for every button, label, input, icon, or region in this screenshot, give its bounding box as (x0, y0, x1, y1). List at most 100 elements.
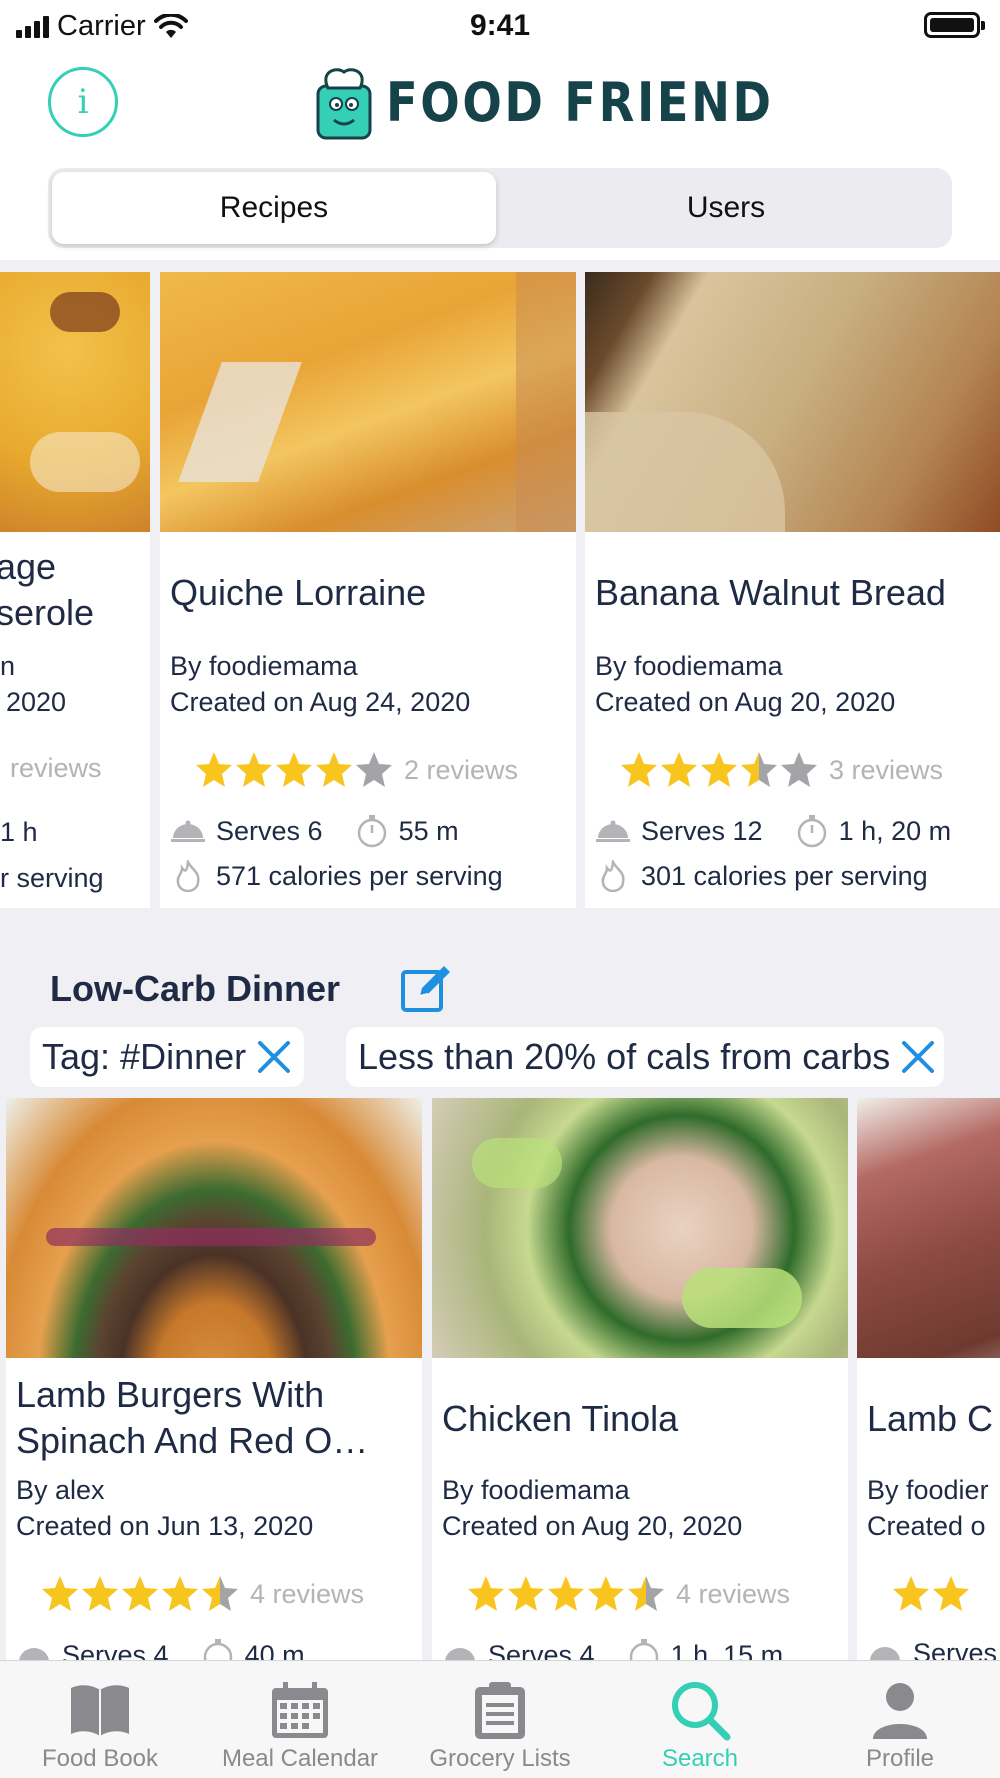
search-icon (600, 1675, 800, 1745)
person-icon (800, 1675, 1000, 1745)
serves-stat: Serves 4 1 h, 15 m (442, 1638, 783, 1660)
cloche-icon (870, 1646, 900, 1660)
recipe-title: Chicken Tinola (442, 1398, 679, 1439)
serves-stat: Serves (867, 1638, 997, 1660)
rating: 4 reviews (466, 1574, 790, 1614)
filter-chip-carbs[interactable]: Less than 20% of cals from carbs (346, 1027, 945, 1087)
time-label: 1 h, 15 m (670, 1639, 784, 1661)
serves-label: Serves (913, 1638, 998, 1660)
calories-label: 301 calories per serving (641, 860, 928, 891)
segment-users[interactable]: Users (504, 172, 948, 244)
status-time: 9:41 (469, 9, 531, 42)
recipe-author: By foodiemama (442, 1475, 630, 1505)
star-icon (548, 1576, 584, 1611)
segmented-control: Recipes Users (48, 168, 952, 248)
segment-recipes[interactable]: Recipes (52, 172, 496, 244)
flame-icon (601, 860, 625, 892)
app-title: FOOD FRIEND (386, 70, 774, 134)
recipe-card[interactable]: age serole n 2020 reviews 1 h r serving (0, 272, 150, 908)
timer-icon (629, 1639, 658, 1660)
edit-icon[interactable] (400, 962, 452, 1014)
star-icon (508, 1576, 544, 1611)
time-label: 40 m (244, 1639, 305, 1661)
app-logo: FOOD FRIEND (314, 64, 837, 140)
calories-stat: 301 calories per serving (595, 860, 928, 892)
star-icon (162, 1576, 198, 1611)
calories-label: 571 calories per serving (216, 860, 503, 891)
star-icon (893, 1576, 929, 1611)
reviews-count: 2 reviews (404, 754, 519, 785)
recipe-title: Lamb C (867, 1398, 994, 1439)
star-icon (741, 752, 777, 787)
star-icon (628, 1576, 664, 1611)
battery-icon (924, 12, 985, 38)
tab-label: Meal Calendar (221, 1745, 379, 1772)
cloche-icon (445, 1648, 475, 1660)
serves-stat: Serves 4 40 m (16, 1638, 305, 1660)
recipe-card[interactable]: Lamb C By foodier Created o Serves (857, 1098, 1000, 1660)
recipe-created: Created on Aug 20, 2020 (595, 687, 896, 717)
serves-label: Serves 6 (216, 815, 323, 846)
serves-label: Serves 4 (62, 1639, 169, 1661)
flame-icon (176, 860, 200, 892)
cloche-icon (596, 820, 630, 842)
rating: 2 reviews (194, 750, 518, 790)
recipe-image (160, 272, 576, 532)
tab-food-book[interactable]: Food Book (0, 1675, 200, 1773)
close-icon[interactable] (254, 1037, 294, 1077)
star-icon (202, 1576, 238, 1611)
recipe-image (585, 272, 1000, 532)
recipe-time: 1 h (0, 817, 38, 847)
segment-bar: Recipes Users (0, 160, 1000, 260)
tab-label: Grocery Lists (429, 1745, 571, 1772)
info-button[interactable]: i (48, 67, 118, 137)
tab-bar: Food Book Meal Calendar Grocery Lists Se… (0, 1660, 1000, 1778)
recipe-image (432, 1098, 848, 1358)
tab-meal-calendar[interactable]: Meal Calendar (200, 1675, 400, 1773)
recipe-image (857, 1098, 1000, 1358)
star-icon (236, 752, 272, 787)
tab-label: Food Book (41, 1745, 159, 1772)
star-icon (82, 1576, 118, 1611)
recipe-author: By alex (16, 1475, 105, 1505)
calendar-icon (200, 1675, 400, 1745)
close-icon[interactable] (898, 1037, 938, 1077)
recipe-image (0, 272, 150, 532)
tab-search[interactable]: Search (600, 1675, 800, 1773)
recipe-author: By foodiemama (595, 651, 783, 681)
app-header: i FOOD FRIEND (0, 52, 1000, 160)
reviews-count: 4 reviews (250, 1578, 365, 1609)
status-bar: Carrier 9:41 (0, 0, 1000, 52)
filter-chip-tag[interactable]: Tag: #Dinner (30, 1027, 305, 1087)
rating: 4 reviews (40, 1574, 364, 1614)
star-icon (276, 752, 312, 787)
tab-label: Search (661, 1745, 739, 1772)
timer-icon (357, 815, 386, 848)
clipboard-icon (400, 1675, 600, 1745)
cloche-icon (171, 820, 205, 842)
tab-label: Profile (865, 1745, 935, 1772)
recipe-row-top: age serole n 2020 reviews 1 h r serving Q… (0, 272, 1000, 908)
recipe-created: Created o (867, 1511, 986, 1541)
recipe-created: Created on Jun 13, 2020 (16, 1511, 314, 1541)
recipe-card[interactable]: Chicken Tinola By foodiemama Created on … (432, 1098, 848, 1660)
recipe-title: Lamb Burgers With Spinach And Red O… (16, 1374, 369, 1461)
recipe-author: By foodiemama (170, 651, 358, 681)
recipe-card[interactable]: Banana Walnut Bread By foodiemama Create… (585, 272, 1000, 908)
star-icon (588, 1576, 624, 1611)
calories-stat: 571 calories per serving (170, 860, 503, 892)
recipe-card[interactable]: Quiche Lorraine By foodiemama Created on… (160, 272, 576, 908)
recipe-created: 2020 (6, 687, 67, 717)
recipe-title: age serole (0, 546, 95, 633)
serves-stat: Serves 12 1 h, 20 m (595, 814, 951, 848)
tab-grocery-lists[interactable]: Grocery Lists (400, 1675, 600, 1773)
filter-chip-label: Tag: #Dinner (42, 1036, 247, 1077)
recipe-card[interactable]: Lamb Burgers With Spinach And Red O… By a… (6, 1098, 422, 1660)
star-icon (621, 752, 657, 787)
filter-chip-label: Less than 20% of cals from carbs (358, 1036, 891, 1077)
tab-profile[interactable]: Profile (800, 1675, 1000, 1773)
recipe-row-bottom: Lamb Burgers With Spinach And Red O… By a… (0, 1098, 1000, 1660)
cloche-icon (19, 1648, 49, 1660)
star-icon (701, 752, 737, 787)
rating (891, 1574, 971, 1614)
